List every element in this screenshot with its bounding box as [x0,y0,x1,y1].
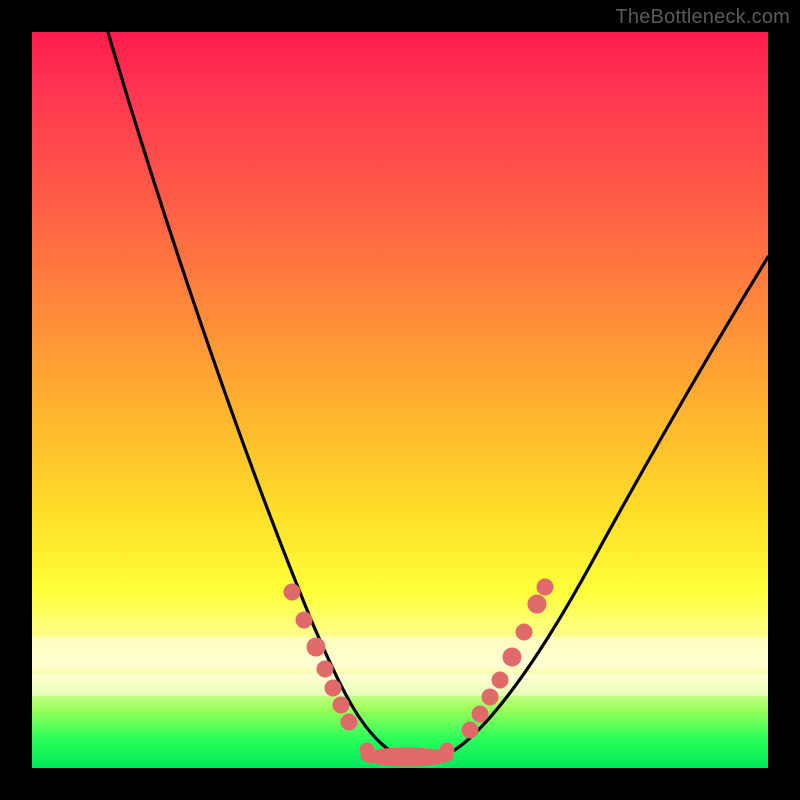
marker-dot [333,697,349,713]
marker-dot [503,648,521,666]
marker-dot [440,743,454,757]
marker-valley-blob [361,748,453,766]
marker-dot [472,706,488,722]
marker-dot [482,689,498,705]
marker-dot [528,595,546,613]
watermark-text: TheBottleneck.com [615,6,790,29]
marker-group [284,579,553,766]
chart-svg [32,32,768,768]
bottleneck-curve [82,0,768,761]
marker-dot [516,624,532,640]
marker-dot [284,584,300,600]
marker-dot [307,638,325,656]
outer-frame: TheBottleneck.com [0,0,800,800]
marker-dot [492,672,508,688]
marker-dot [317,661,333,677]
marker-dot [325,680,341,696]
marker-dot [537,579,553,595]
plot-area [32,32,768,768]
marker-dot [462,722,478,738]
marker-dot [360,743,374,757]
marker-dot [341,714,357,730]
marker-dot [296,612,312,628]
